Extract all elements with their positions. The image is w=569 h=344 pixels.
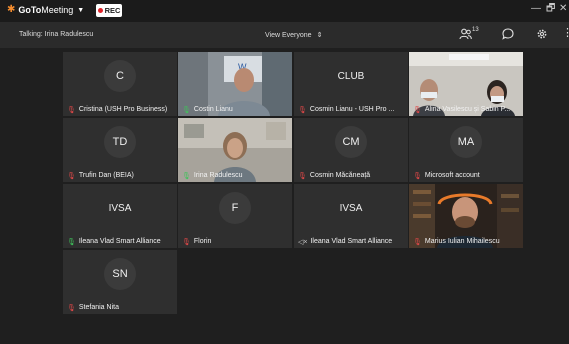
participant-name: Ileana Vlad Smart Alliance [78,238,161,245]
mic-muted-icon: 🎙 [413,238,422,246]
gear-icon [537,29,547,39]
participant-tile[interactable]: IVSA ◁× Ileana Vlad Smart Alliance [294,184,408,248]
participant-name-bar: 🎙 Cristina (USH Pro Business) [63,103,177,116]
mic-muted-icon: 🎙 [67,172,76,180]
gotomeeting-logo-icon: ✱ [7,4,16,15]
chat-icon[interactable] [502,28,514,43]
mic-on-icon: 🎙 [182,106,191,114]
participant-tile[interactable]: CM 🎙 Cosmin Măcăneață [294,118,408,182]
app-menu[interactable]: ✱ GoTo Meeting ▼ [7,4,85,16]
title-bar: ✱ GoTo Meeting ▼ REC — 🗗 ✕ [0,0,569,22]
participant-name-bar: 🎙 Trufin Dan (BEIA) [63,169,177,182]
avatar: MA [450,126,482,158]
participant-tile-active-speaker[interactable]: 🎙 Irina Radulescu [178,118,292,182]
avatar: CM [335,126,367,158]
mic-muted-icon: 🎙 [67,106,76,114]
participant-name-bar: 🎙 Florin [178,235,292,248]
chat-bubble-icon [502,28,514,40]
settings-icon[interactable] [536,28,548,43]
participant-tile[interactable]: C 🎙 Cristina (USH Pro Business) [63,52,177,116]
avatar: SN [104,258,136,290]
participant-name-bar: 🎙 Costin Lianu [178,103,292,116]
avatar: C [104,60,136,92]
participant-name: Trufin Dan (BEIA) [78,172,134,179]
view-selector-label: View Everyone [265,32,312,39]
up-down-chevron-icon: ⇕ [316,32,323,39]
participant-name-bar: 🎙 Microsoft account [409,169,523,182]
participant-name: Florin [193,238,212,245]
participant-name-bar: 🎙 Stefania Nita [63,301,177,314]
avatar: TD [104,126,136,158]
app-name-bold: GoTo [18,5,42,15]
close-button[interactable]: ✕ [559,4,567,14]
mic-on-icon: 🎙 [67,238,76,246]
view-selector[interactable]: View Everyone ⇕ [265,31,322,39]
participant-tile[interactable]: 🎙 Marius Iulian Mihailescu [409,184,523,248]
participant-name-bar: 🎙 Marius Iulian Mihailescu [409,235,523,248]
video-grid: C 🎙 Cristina (USH Pro Business) W 🎙 Cost… [0,48,569,344]
record-dot-icon [97,8,103,13]
avatar: IVSA [108,202,132,214]
participant-name-bar: 🎙 Cosmin Lianu - USH Pro ... [294,103,408,116]
more-options-icon[interactable]: ⋮ [562,28,569,39]
participant-tile[interactable]: 🎙 Alina Vasilescu și Sabin P... [409,52,523,116]
minimize-button[interactable]: — [531,4,541,14]
mic-muted-icon: 🎙 [298,106,307,114]
participant-name: Cristina (USH Pro Business) [78,106,168,113]
avatar: CLUB [337,70,365,82]
participant-tile[interactable]: W 🎙 Costin Lianu [178,52,292,116]
participant-name-bar: 🎙 Cosmin Măcăneață [294,169,408,182]
speaker-icon: ◁× [298,238,308,246]
participant-name: Cosmin Lianu - USH Pro ... [309,106,395,113]
participant-name: Microsoft account [424,172,480,179]
participant-name: Cosmin Măcăneață [309,172,371,179]
participant-name: Costin Lianu [193,106,233,113]
mic-muted-icon: 🎙 [298,172,307,180]
people-icon [459,28,472,40]
participant-tile[interactable]: F 🎙 Florin [178,184,292,248]
participants-icon[interactable] [459,28,472,43]
mic-on-icon: 🎙 [182,172,191,180]
participant-name: Irina Radulescu [193,172,243,179]
participant-name: Alina Vasilescu și Sabin P... [424,106,511,113]
rec-label: REC [104,6,121,15]
participant-tile[interactable]: IVSA 🎙 Ileana Vlad Smart Alliance [63,184,177,248]
meeting-toolbar: Talking: Irina Radulescu View Everyone ⇕ … [0,22,569,48]
participants-count: 13 [472,27,479,33]
avatar: IVSA [339,202,363,214]
participant-name-bar: 🎙 Ileana Vlad Smart Alliance [63,235,177,248]
avatar: F [219,192,251,224]
mic-muted-icon: 🎙 [182,238,191,246]
participant-tile[interactable]: SN 🎙 Stefania Nita [63,250,177,314]
participant-tile[interactable]: TD 🎙 Trufin Dan (BEIA) [63,118,177,182]
restore-button[interactable]: 🗗 [546,4,555,14]
mic-muted-icon: 🎙 [67,304,76,312]
participant-name: Ileana Vlad Smart Alliance [310,238,393,245]
mic-muted-icon: 🎙 [413,172,422,180]
participant-tile[interactable]: CLUB 🎙 Cosmin Lianu - USH Pro ... [294,52,408,116]
participant-name-bar: 🎙 Irina Radulescu [178,169,292,182]
participant-name: Marius Iulian Mihailescu [424,238,500,245]
chevron-down-icon: ▼ [77,6,85,14]
app-name-rest: Meeting [41,5,74,15]
talking-indicator: Talking: Irina Radulescu [19,31,94,38]
mic-muted-icon: 🎙 [413,106,422,114]
rec-badge[interactable]: REC [96,4,122,17]
participant-tile[interactable]: MA 🎙 Microsoft account [409,118,523,182]
participant-name-bar: ◁× Ileana Vlad Smart Alliance [294,235,408,248]
participant-name-bar: 🎙 Alina Vasilescu și Sabin P... [409,103,523,116]
participant-name: Stefania Nita [78,304,119,311]
